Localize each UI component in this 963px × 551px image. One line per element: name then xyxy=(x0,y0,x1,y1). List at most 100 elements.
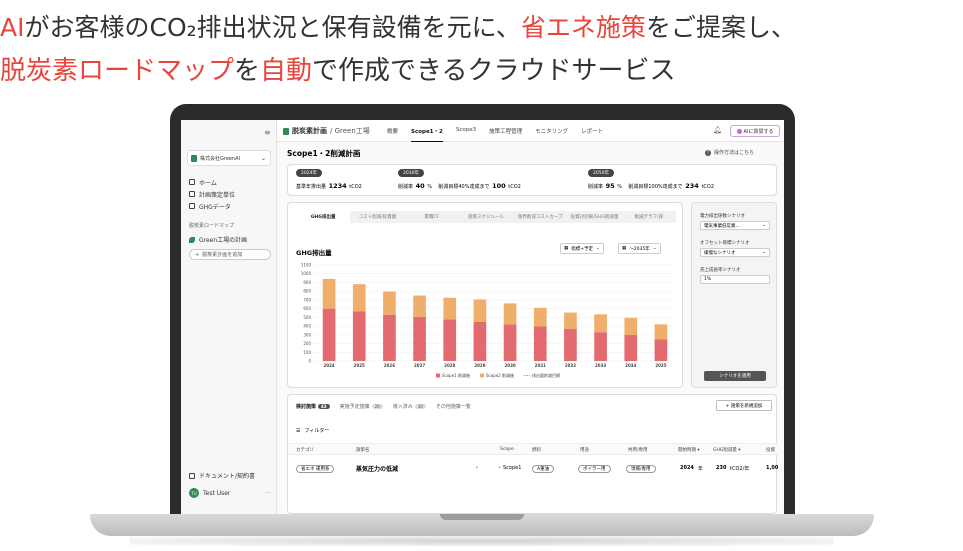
target-unit-2: tCO2 xyxy=(701,184,715,190)
leaf-icon xyxy=(189,236,195,243)
col-fuel[interactable]: 燃料 xyxy=(532,447,541,453)
headline-segment: 排出状況と保有設備を元に、 xyxy=(196,13,521,42)
data-icon xyxy=(189,203,195,209)
bar-scope1 xyxy=(624,334,638,361)
x-tick-label: 2033 xyxy=(595,363,606,368)
more-icon[interactable]: ··· xyxy=(265,490,271,497)
chart-tab-3[interactable]: 施策スケジュール xyxy=(458,211,514,223)
org-logo-icon xyxy=(191,154,197,162)
metric-select-value: 指標+予定 xyxy=(571,246,594,252)
target-2024: 2024年 基準年排出量 1234 tCO2 xyxy=(296,169,362,190)
ai-question-button[interactable]: AIに質問する xyxy=(730,125,780,137)
x-tick-label: 2024 xyxy=(324,363,335,368)
chart-tab-1[interactable]: コスト削減/投資額 xyxy=(350,211,405,223)
table-row[interactable]: 省エネ 運用系 蒸気圧力の低減 › • Scope1 A重油 ボイラー用 現場/… xyxy=(288,462,778,476)
user-menu[interactable]: TU Test User ··· xyxy=(189,488,271,498)
sidebar-item-ghg-data[interactable]: GHGデータ xyxy=(189,200,235,212)
chart-icon: ▦ xyxy=(622,246,627,251)
start-year: 2024 xyxy=(680,465,694,471)
chevron-down-icon: ⌄ xyxy=(596,246,600,251)
y-tick-label: 0 xyxy=(308,359,311,364)
chevron-down-icon: ⌄ xyxy=(260,154,266,162)
select-value: 電気事業低炭素... xyxy=(704,223,740,229)
scenario-label: 電力排出係数シナリオ xyxy=(700,214,745,219)
bar-scope2 xyxy=(322,278,336,309)
col-invest[interactable]: 投資 xyxy=(766,447,775,453)
apply-scenario-button[interactable]: シナリオを適用 xyxy=(704,371,766,381)
breadcrumb: 脱炭素計画 / Green工場 xyxy=(283,126,370,136)
chart-tab-2[interactable]: 累積CF xyxy=(404,211,459,223)
sidebar-item-green-plan[interactable]: Green工場の計画 xyxy=(189,235,247,244)
org-selector[interactable]: 株式会社GreenAI ⌄ xyxy=(187,150,271,166)
emission-scenario-select[interactable]: 電気事業低炭素... ⌄ xyxy=(700,221,770,230)
count-badge: 20 xyxy=(371,404,383,409)
chart-tab-4[interactable]: 限界削減コストカーブ xyxy=(513,211,568,223)
chart-tab-bar: GHG排出量 コスト削減/投資額 累積CF 施策スケジュール 限界削減コストカーブ 投資対… xyxy=(296,211,676,223)
add-plan-button[interactable]: + 脱炭素計画を追加 xyxy=(189,249,271,260)
metric-select[interactable]: ▦ 指標+予定 ⌄ xyxy=(560,243,604,254)
bar-scope1 xyxy=(533,326,547,361)
list-tab-3[interactable]: その他施策一覧 xyxy=(436,403,471,410)
col-use[interactable]: 用途 xyxy=(580,447,589,453)
y-tick-label: 300 xyxy=(303,332,311,337)
laptop-shadow xyxy=(130,536,834,546)
col-start[interactable]: 開始時期 ▾ xyxy=(678,447,700,453)
tab-2[interactable]: Scope3 xyxy=(456,127,476,142)
x-tick-label: 2029 xyxy=(474,363,485,368)
y-tick-label: 1000 xyxy=(301,271,312,276)
target-row: 削減率 95 % 削減目標100%達成まで 234 tCO2 xyxy=(588,182,714,190)
sidebar-item-home[interactable]: ホーム xyxy=(189,176,235,188)
building-icon xyxy=(189,191,195,197)
list-tab-0[interactable]: 検討施策 43 xyxy=(296,403,330,410)
page: AIがお客様のCO₂排出状況と保有設備を元に、省エネ施策をご提案し、 脱炭素ロー… xyxy=(0,0,963,551)
bar-scope2 xyxy=(443,297,457,320)
tab-5[interactable]: レポート xyxy=(581,127,603,142)
chart-tab-5[interactable]: 投資対効果/GHG削減量 xyxy=(567,211,622,223)
sidebar-item-label: GHGデータ xyxy=(199,203,231,211)
help-label: 操作方法はこちら xyxy=(714,150,755,156)
col-scope[interactable]: Scope xyxy=(500,447,514,452)
headline-line-2: 脱炭素ロードマップを自動で作成できるクラウドサービス xyxy=(0,50,963,87)
sidebar-toggle-icon[interactable]: ≡ xyxy=(264,128,271,137)
list-tab-1[interactable]: 実施予定施策 20 xyxy=(340,403,383,410)
measures-list: 検討施策 43 実施予定施策 20 導入済み 30 その他施策一覧 + 施策を新規追加 ☰ … xyxy=(287,394,778,514)
growth-rate-input[interactable]: 1% xyxy=(700,275,770,284)
chart-card: GHG排出量 コスト削減/投資額 累積CF 施策スケジュール 限界削減コストカーブ 投資対… xyxy=(287,202,683,388)
tab-1[interactable]: Scope1・2 xyxy=(411,127,443,142)
tab-0[interactable]: 概要 xyxy=(387,127,398,142)
ghg-value: 230 xyxy=(716,465,727,471)
sidebar-item-label: 計画策定単位 xyxy=(199,191,236,199)
chart-tab-0[interactable]: GHG排出量 xyxy=(296,211,351,223)
legend-swatch xyxy=(480,373,484,378)
headline-line-1: AIがお客様のCO₂排出状況と保有設備を元に、省エネ施策をご提案し、 xyxy=(0,8,963,44)
add-measure-button[interactable]: + 施策を新規追加 xyxy=(716,400,772,411)
sidebar-item-plan-unit[interactable]: 計画策定単位 xyxy=(189,188,235,200)
filter-toggle[interactable]: ☰ フィルター xyxy=(296,427,329,435)
tab-4[interactable]: モニタリング xyxy=(535,127,568,142)
x-tick-label: 2027 xyxy=(414,363,425,368)
sidebar-item-docs[interactable]: ドキュメント/契約書 xyxy=(189,471,255,480)
invest-value: 1,00 xyxy=(766,465,779,471)
col-category[interactable]: カテゴリ xyxy=(296,447,314,453)
col-ghg[interactable]: GHG削減量 ▾ xyxy=(713,447,741,453)
offset-scenario-select[interactable]: 緩慢なシナリオ ⌄ xyxy=(700,248,770,257)
col-name[interactable]: 施策名 xyxy=(356,447,370,453)
help-link[interactable]: ? 操作方法はこちら xyxy=(705,149,754,156)
target-value-2: 234 xyxy=(685,182,699,190)
y-tick-label: 500 xyxy=(303,315,311,320)
target-label: 削減率 xyxy=(588,184,604,190)
laptop-screen: ≡ 株式会社GreenAI ⌄ ホーム 計画策定単位 GHGデータ 脱炭素ロード… xyxy=(181,120,784,514)
sidebar-nav: ホーム 計画策定単位 GHGデータ xyxy=(189,176,235,212)
chart-tab-6[interactable]: 削減グラフ/詳 xyxy=(621,211,676,223)
tab-3[interactable]: 施策工程管理 xyxy=(489,127,522,142)
expand-chevron-icon[interactable]: › xyxy=(476,465,478,471)
list-tab-2[interactable]: 導入済み 30 xyxy=(393,403,426,410)
home-icon xyxy=(189,179,195,185)
col-shared[interactable]: 共用/専用 xyxy=(628,447,648,453)
bell-icon[interactable]: 🔔︎ xyxy=(713,126,722,134)
list-tab-label: 導入済み xyxy=(392,404,413,410)
list-tab-bar: 検討施策 43 実施予定施策 20 導入済み 30 その他施策一覧 xyxy=(296,403,471,410)
target-label: 削減率 xyxy=(398,184,414,190)
range-select[interactable]: ▦ 〜2035年 ⌄ xyxy=(618,243,661,254)
bar-scope2 xyxy=(533,307,547,327)
